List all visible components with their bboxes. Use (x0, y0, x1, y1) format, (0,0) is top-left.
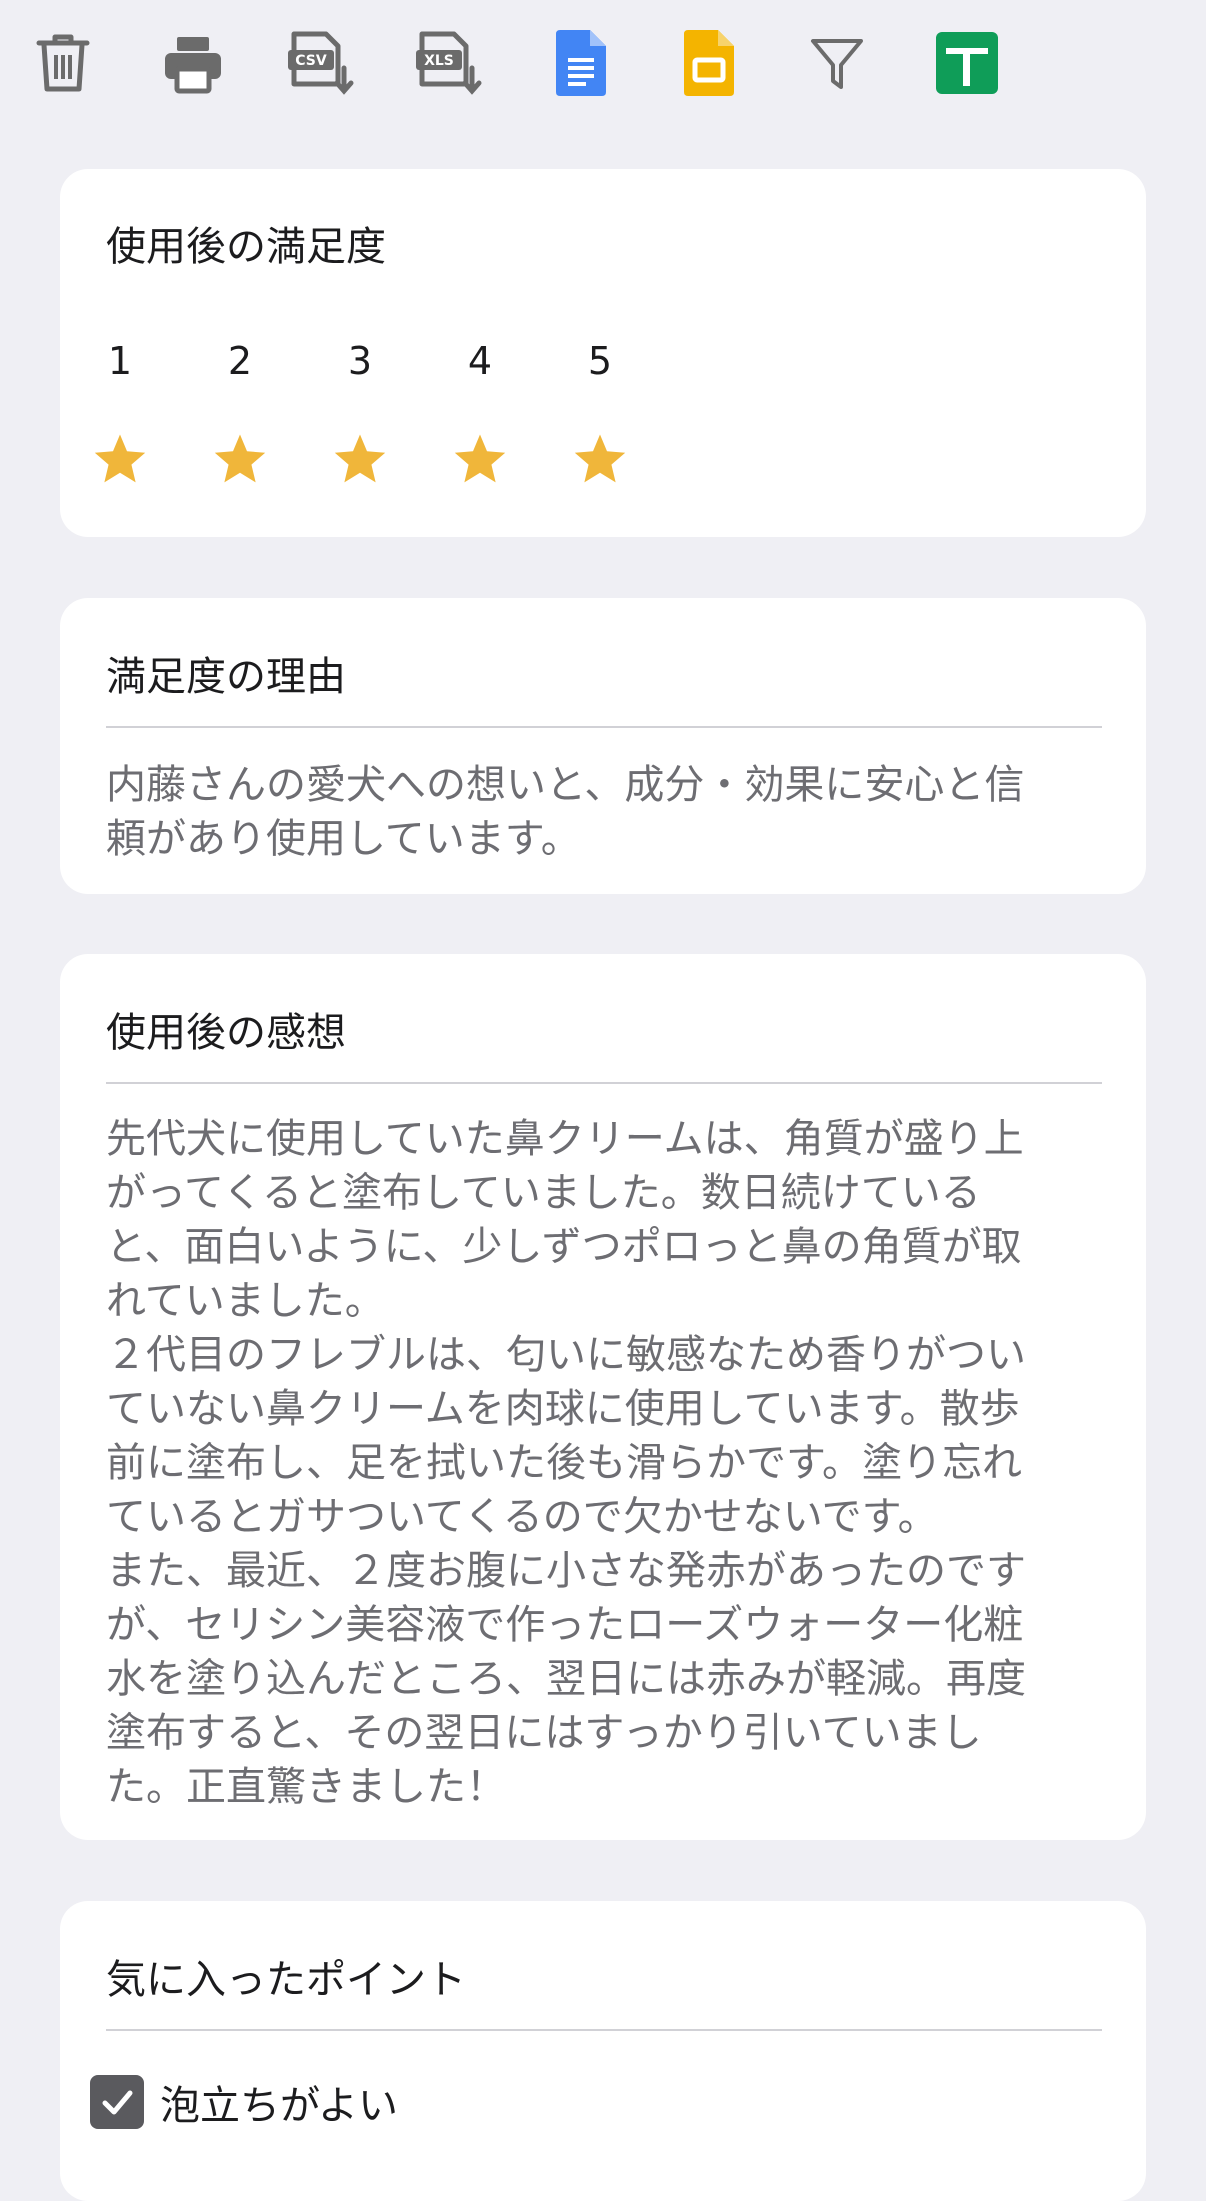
xls-download-button[interactable]: XLS (412, 26, 486, 100)
xls-label: XLS (424, 53, 454, 69)
star-icon-3[interactable] (330, 431, 390, 487)
rating-label-1: 1 (107, 339, 133, 383)
google-sheets-button[interactable] (930, 26, 1004, 100)
filter-icon (811, 39, 863, 89)
impressions-card: 使用後の感想 先代犬に使用していた鼻クリームは、角質が盛り上 がってくると塗布し… (60, 954, 1146, 1840)
google-sheets-icon (936, 32, 998, 94)
google-docs-icon (556, 30, 606, 96)
favorites-divider (106, 2029, 1102, 2031)
rating-label-3: 3 (347, 339, 373, 383)
google-slides-icon (684, 30, 734, 96)
reason-card: 満足度の理由 内藤さんの愛犬への想いと、成分・効果に安心と信 頼があり使用してい… (60, 598, 1146, 894)
csv-download-button[interactable]: CSV (284, 26, 358, 100)
favorites-card: 気に入ったポイント 泡立ちがよい (60, 1901, 1146, 2201)
favorites-title: 気に入ったポイント (106, 1957, 466, 2003)
star-icon-1[interactable] (90, 431, 150, 487)
google-docs-button[interactable] (544, 26, 618, 100)
csv-label: CSV (295, 53, 327, 69)
favorite-checkbox[interactable] (90, 2075, 144, 2129)
csv-download-icon: CSV (288, 31, 354, 95)
impressions-title: 使用後の感想 (106, 1010, 346, 1056)
impressions-text: 先代犬に使用していた鼻クリームは、角質が盛り上 がってくると塗布していました。数… (106, 1116, 1026, 1810)
star-icon-5[interactable] (570, 431, 630, 487)
impressions-divider (106, 1082, 1102, 1084)
rating-label-2: 2 (227, 339, 253, 383)
satisfaction-title: 使用後の満足度 (106, 224, 386, 270)
checkmark-icon (102, 2090, 133, 2115)
star-icon-2[interactable] (210, 431, 270, 487)
rating-label-5: 5 (587, 339, 613, 383)
rating-label-4: 4 (467, 339, 493, 383)
filter-button[interactable] (800, 26, 874, 100)
reason-title: 満足度の理由 (106, 654, 346, 700)
print-button[interactable] (156, 26, 230, 100)
reason-text: 内藤さんの愛犬への想いと、成分・効果に安心と信 頼があり使用しています。 (106, 762, 1025, 862)
google-slides-button[interactable] (672, 26, 746, 100)
favorite-option-label: 泡立ちがよい (160, 2083, 398, 2129)
trash-icon (36, 34, 90, 92)
delete-button[interactable] (26, 26, 100, 100)
satisfaction-card: 使用後の満足度 1 2 3 4 5 (60, 169, 1146, 537)
star-icon-4[interactable] (450, 431, 510, 487)
print-icon (165, 37, 221, 94)
xls-download-icon: XLS (416, 31, 482, 95)
reason-divider (106, 726, 1102, 728)
toolbar: CSV XLS (0, 0, 1206, 125)
